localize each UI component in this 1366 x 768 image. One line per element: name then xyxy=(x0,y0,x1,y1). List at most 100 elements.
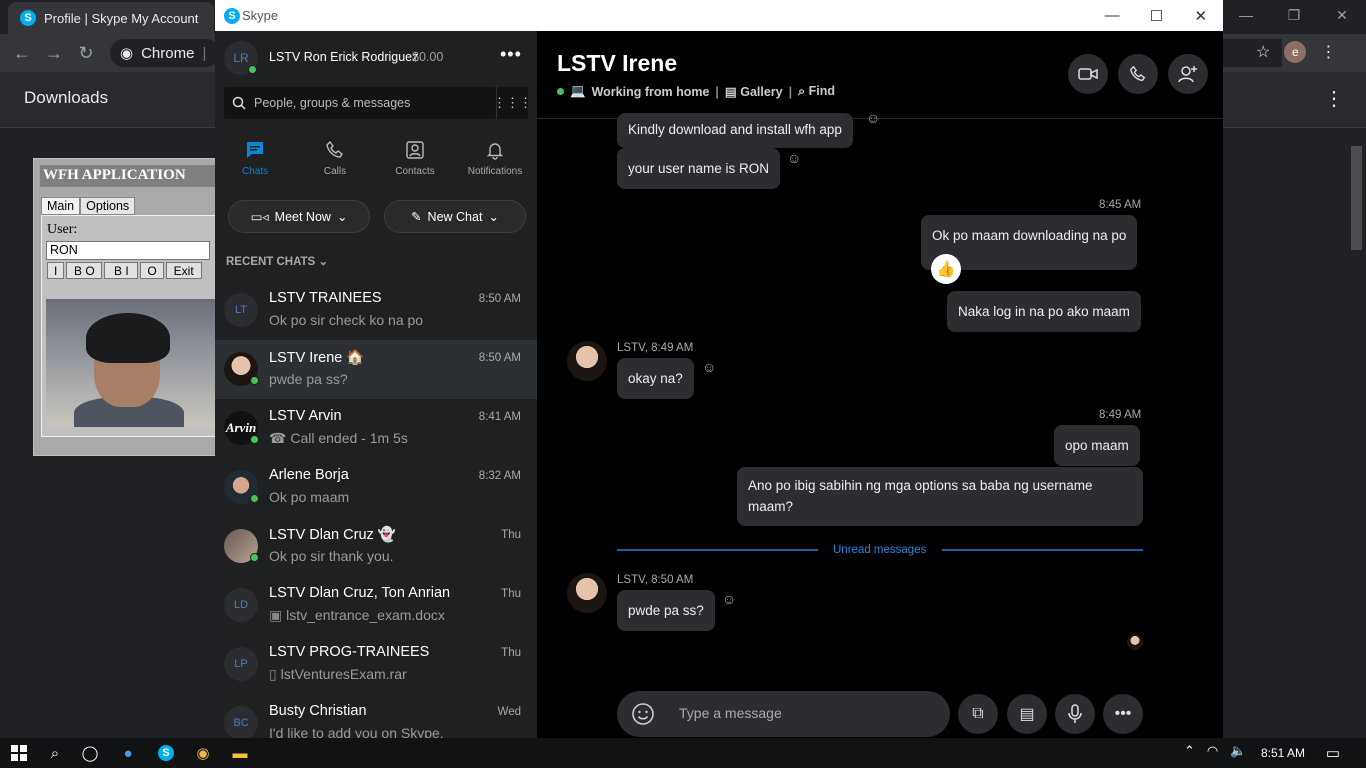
avatar-initials: LP xyxy=(234,658,248,670)
list-item[interactable]: LD LSTV Dlan Cruz, Ton Anrian Thu ▣ lstv… xyxy=(215,576,537,635)
list-item[interactable]: Arvin LSTV Arvin 8:41 AM ☎ Call ended - … xyxy=(215,399,537,458)
conversation-meta: 💻 Working from home | ▤ Gallery | ⌕ Find xyxy=(557,84,835,99)
message-input[interactable]: Type a message xyxy=(679,705,782,721)
task-view-icon[interactable]: ◯ xyxy=(78,741,102,765)
tab-calls[interactable]: Calls xyxy=(295,138,375,177)
profile-avatar[interactable]: e xyxy=(1284,41,1307,63)
chevron-down-icon: ⌄ xyxy=(488,210,499,224)
reaction-icon[interactable]: ☺ xyxy=(722,591,736,607)
back-icon[interactable]: ← xyxy=(9,40,35,66)
file-explorer-icon[interactable]: ▬ xyxy=(228,741,252,765)
conversation-title[interactable]: LSTV Irene xyxy=(557,50,677,77)
recent-chats-heading[interactable]: RECENT CHATS ⌄ xyxy=(226,254,328,268)
message-composer[interactable] xyxy=(617,691,950,737)
new-chat-button[interactable]: ✎ New Chat ⌄ xyxy=(384,200,526,233)
avatar: LP xyxy=(224,647,258,681)
video-call-button[interactable] xyxy=(1068,54,1108,94)
avatar[interactable] xyxy=(567,573,607,613)
user-input[interactable]: RON xyxy=(46,241,210,260)
volume-icon[interactable]: 🔈 xyxy=(1230,743,1246,759)
clock[interactable]: 8:51 AM xyxy=(1261,746,1305,760)
more-icon[interactable]: ••• xyxy=(500,44,522,65)
profile-name[interactable]: LSTV Ron Erick Rodriguez xyxy=(269,50,418,64)
add-person-icon xyxy=(1178,66,1197,83)
wifi-icon[interactable]: ◠ xyxy=(1207,743,1218,759)
exit-button[interactable]: Exit xyxy=(165,262,202,279)
scrollbar-thumb[interactable] xyxy=(1351,146,1362,250)
close-icon[interactable]: ✕ xyxy=(1318,0,1366,30)
address-bar[interactable]: ◉ Chrome | c xyxy=(110,39,222,67)
skype-credit[interactable]: $0.00 xyxy=(412,50,443,64)
tab-contacts[interactable]: Contacts xyxy=(375,138,455,177)
page-title: Downloads xyxy=(24,88,109,107)
chrome-taskbar-icon[interactable]: ◉ xyxy=(191,741,215,765)
list-item[interactable]: LSTV Irene 🏠 8:50 AM pwde pa ss? xyxy=(215,340,537,399)
avatar-text: Arvin xyxy=(225,420,257,435)
skype-taskbar-icon[interactable]: S xyxy=(154,741,178,765)
emoji-icon[interactable] xyxy=(623,694,663,734)
message-bubble[interactable]: opo maam xyxy=(1054,425,1140,466)
restore-icon[interactable]: ❐ xyxy=(1270,0,1318,30)
avatar[interactable] xyxy=(567,341,607,381)
reaction-icon[interactable]: ☺ xyxy=(787,150,801,166)
chrome-tab-title: Profile | Skype My Account xyxy=(44,10,199,26)
bo-button[interactable]: B O xyxy=(66,262,103,279)
minimize-icon[interactable]: — xyxy=(1222,0,1270,30)
bi-button[interactable]: B I xyxy=(104,262,139,279)
search-input[interactable]: People, groups & messages xyxy=(224,87,496,119)
user-label: User: xyxy=(47,222,78,237)
online-status-icon xyxy=(248,65,257,74)
list-item[interactable]: LSTV Dlan Cruz 👻 Thu Ok po sir thank you… xyxy=(215,517,537,576)
message-bubble[interactable]: okay na? xyxy=(617,358,694,399)
chat-time: Thu xyxy=(501,647,521,659)
meet-now-button[interactable]: ▭◃ Meet Now ⌄ xyxy=(228,200,370,233)
video-icon: ▭◃ xyxy=(250,210,269,224)
reaction-icon[interactable]: ☺ xyxy=(702,359,716,375)
omnibox-text: Chrome xyxy=(141,44,195,62)
message-bubble[interactable]: pwde pa ss? xyxy=(617,590,715,631)
profile-avatar[interactable]: LR xyxy=(224,41,258,75)
chevron-down-icon: ⌄ xyxy=(318,256,329,268)
tab-chats[interactable]: Chats xyxy=(215,138,295,177)
more-options-icon[interactable]: ⋮ xyxy=(1324,86,1344,111)
i-button[interactable]: I xyxy=(47,262,65,279)
notification-center-icon[interactable]: ▭ xyxy=(1321,741,1345,765)
message-bubble[interactable]: Naka log in na po ako maam xyxy=(947,291,1141,332)
minimize-icon[interactable]: — xyxy=(1090,0,1134,31)
message-bubble[interactable]: Ano po ibig sabihin ng mga options sa ba… xyxy=(737,467,1143,526)
message-bubble[interactable]: Kindly download and install wfh app xyxy=(617,113,853,148)
chat-preview-text: lstv_entrance_exam.docx xyxy=(286,607,445,623)
message-bubble[interactable]: your user name is RON xyxy=(617,148,781,189)
reaction-icon[interactable]: ☺ xyxy=(866,110,880,126)
o-button[interactable]: O xyxy=(140,262,164,279)
tab-notifications[interactable]: Notifications xyxy=(455,138,535,177)
contact-card-button[interactable]: ▤ xyxy=(1007,694,1047,734)
reload-icon[interactable]: ↻ xyxy=(73,40,99,66)
find-link[interactable]: ⌕ Find xyxy=(798,84,835,99)
close-icon[interactable]: ✕ xyxy=(1179,0,1223,31)
tab-options[interactable]: Options xyxy=(80,197,136,215)
chrome-tab[interactable]: S Profile | Skype My Account xyxy=(8,2,214,34)
gallery-link[interactable]: ▤ Gallery xyxy=(725,84,783,99)
media-gallery-button[interactable]: ⧉ xyxy=(958,694,998,734)
list-item[interactable]: LT LSTV TRAINEES 8:50 AM Ok po sir check… xyxy=(215,281,537,340)
unread-divider xyxy=(617,549,818,551)
list-item[interactable]: Arlene Borja 8:32 AM Ok po maam xyxy=(215,458,537,517)
add-people-button[interactable] xyxy=(1168,54,1208,94)
maximize-icon[interactable]: ☐ xyxy=(1134,0,1178,31)
new-chat-label: New Chat xyxy=(427,209,483,224)
more-options-button[interactable]: ••• xyxy=(1103,694,1143,734)
chevron-up-icon[interactable]: ⌃ xyxy=(1184,743,1195,759)
windows-start-icon[interactable] xyxy=(7,741,31,765)
audio-call-button[interactable] xyxy=(1118,54,1158,94)
thumbs-up-icon[interactable]: 👍 xyxy=(931,254,961,284)
bookmark-star-icon[interactable]: ☆ xyxy=(1256,42,1270,62)
voice-message-button[interactable] xyxy=(1055,694,1095,734)
chrome-menu-icon[interactable]: ⋮ xyxy=(1320,42,1336,62)
tab-main[interactable]: Main xyxy=(41,197,81,215)
forward-icon[interactable]: → xyxy=(41,40,67,66)
edge-icon[interactable]: ● xyxy=(116,741,140,765)
dialpad-icon[interactable]: ⋮⋮⋮ xyxy=(493,87,532,119)
search-icon[interactable]: ⌕ xyxy=(43,741,67,765)
list-item[interactable]: LP LSTV PROG-TRAINEES Thu ▯ lstVenturesE… xyxy=(215,635,537,694)
